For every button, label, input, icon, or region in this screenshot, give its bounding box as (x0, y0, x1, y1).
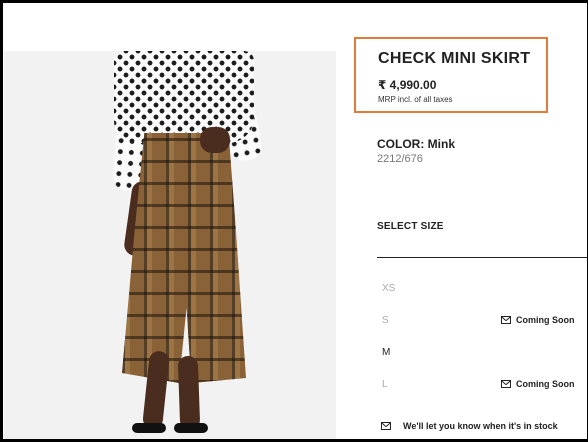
size-label: S (382, 315, 389, 326)
coming-soon-notice[interactable]: Coming Soon (501, 379, 575, 389)
model-leg-right (177, 355, 201, 431)
envelope-icon (501, 316, 511, 324)
product-info-highlight: CHECK MINI SKIRT ₹ 4,990.00 MRP incl. of… (354, 37, 548, 113)
product-sku: 2212/676 (377, 153, 423, 165)
size-option-s[interactable]: S Coming Soon (377, 315, 587, 335)
model-skirt (122, 133, 246, 383)
product-title: CHECK MINI SKIRT (378, 50, 531, 67)
size-label: XS (382, 283, 396, 294)
product-image[interactable] (4, 51, 336, 439)
model-shoe-left (132, 423, 166, 433)
size-label: L (382, 379, 388, 390)
size-option-xs[interactable]: XS (377, 283, 587, 303)
size-option-l[interactable]: L Coming Soon (377, 379, 587, 399)
product-price: ₹ 4,990.00 (378, 78, 437, 92)
envelope-icon (501, 380, 511, 388)
size-label: M (382, 347, 391, 358)
stock-notify-message: We'll let you know when it's in stock (381, 421, 558, 431)
size-divider (377, 257, 587, 258)
notify-text: We'll let you know when it's in stock (403, 421, 558, 431)
model-blouse (114, 51, 254, 143)
select-size-heading: SELECT SIZE (377, 221, 444, 232)
model-hand (200, 127, 230, 153)
envelope-icon (381, 422, 391, 430)
model-shoe-right (174, 423, 208, 433)
tax-note: MRP incl. of all taxes (378, 95, 453, 104)
color-label: COLOR: Mink (377, 137, 455, 151)
size-option-m[interactable]: M (377, 347, 587, 367)
coming-soon-label: Coming Soon (516, 379, 575, 389)
coming-soon-label: Coming Soon (516, 315, 575, 325)
coming-soon-notice[interactable]: Coming Soon (501, 315, 575, 325)
page-frame: CHECK MINI SKIRT ₹ 4,990.00 MRP incl. of… (0, 0, 588, 442)
